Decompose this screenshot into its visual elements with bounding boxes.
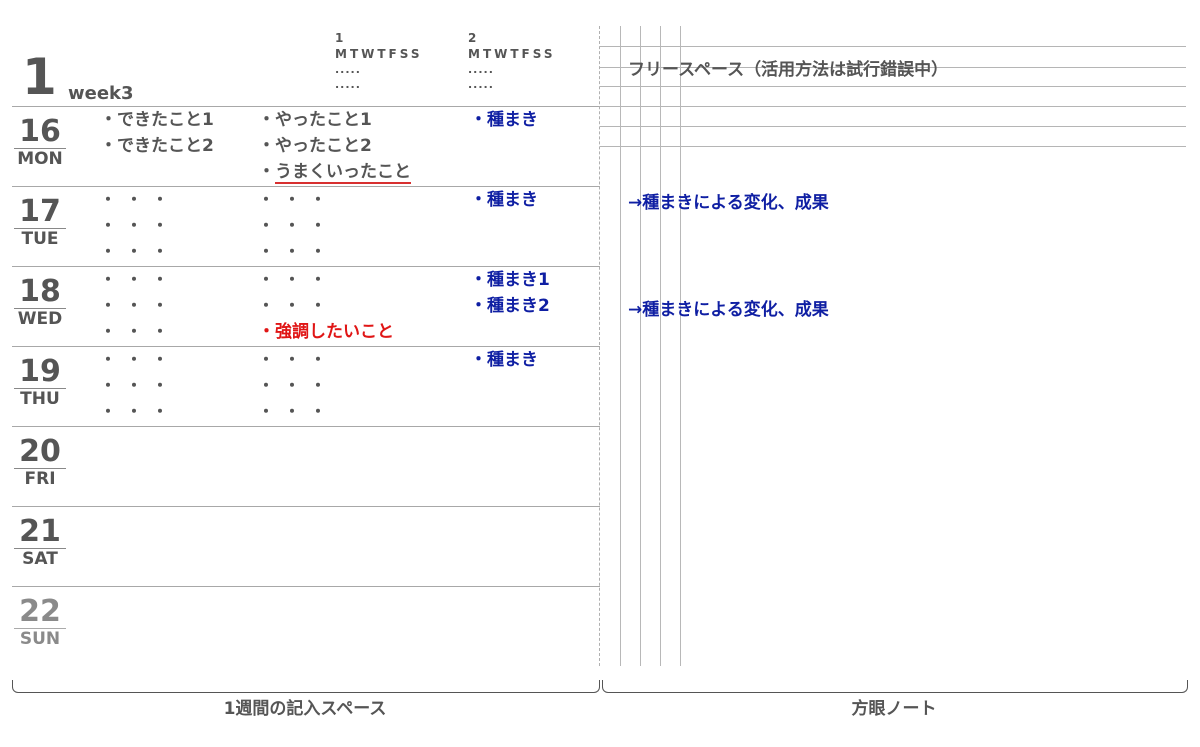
right-brace xyxy=(602,680,1188,693)
grid-line xyxy=(680,26,681,666)
left-brace xyxy=(12,680,600,693)
day-of-week: THU xyxy=(20,389,60,409)
grid-line xyxy=(600,106,1186,107)
entry-went-well: ・うまくいったこと xyxy=(258,159,411,185)
grid-notebook-label: 方眼ノート xyxy=(851,699,937,719)
habit-row: ..... xyxy=(335,78,361,91)
page-fold-divider xyxy=(599,26,600,666)
entry-text: ・やったこと1 xyxy=(258,110,372,130)
day-number: 16 xyxy=(14,117,66,149)
row-divider xyxy=(12,426,600,427)
ellipsis: ・・・ xyxy=(100,216,179,235)
day-number: 21 xyxy=(14,517,66,549)
day-label: 17 TUE xyxy=(12,197,68,249)
day-number: 19 xyxy=(14,357,66,389)
day-number: 17 xyxy=(14,197,66,229)
day-label: 18 WED xyxy=(12,277,68,329)
day-of-week: WED xyxy=(17,309,63,329)
day-label: 21 SAT xyxy=(12,517,68,569)
habit-row: ..... xyxy=(468,63,494,76)
ellipsis: ・・・ xyxy=(100,296,179,315)
emphasis-entry: ・強調したいこと xyxy=(258,322,394,342)
weekly-space-label: 1週間の記入スペース xyxy=(223,699,387,719)
day-of-week: SAT xyxy=(22,549,58,569)
day-of-week: FRI xyxy=(24,469,56,489)
habit-tracker-1: 1 MTWTFSS ..... ..... xyxy=(335,30,423,92)
ellipsis: ・・・ xyxy=(100,376,179,395)
ellipsis: ・・・ xyxy=(100,242,179,261)
habit-days: MTWTFSS xyxy=(335,47,423,61)
day-label: 20 FRI xyxy=(12,437,68,489)
grid-line xyxy=(660,26,661,666)
row-divider xyxy=(12,586,600,587)
entry-text: ・できたこと1 xyxy=(100,110,214,130)
day-number: 20 xyxy=(14,437,66,469)
grid-line xyxy=(620,26,621,666)
day-label: 19 THU xyxy=(12,357,68,409)
grid-line xyxy=(600,146,1186,147)
day-of-week: MON xyxy=(17,149,63,169)
ellipsis: ・・・ xyxy=(258,242,337,261)
habit-index: 1 xyxy=(335,31,347,45)
seed-entry: ・種まき1 xyxy=(470,270,550,290)
ellipsis: ・・・ xyxy=(258,190,337,209)
ellipsis: ・・・ xyxy=(100,190,179,209)
ellipsis: ・・・ xyxy=(258,350,337,369)
habit-index: 2 xyxy=(468,31,480,45)
seed-entry: ・種まき xyxy=(470,190,538,210)
result-note: →種まきによる変化、成果 xyxy=(628,300,829,320)
habit-tracker-2: 2 MTWTFSS ..... ..... xyxy=(468,30,556,92)
day-of-week: SUN xyxy=(19,629,61,649)
habit-row: ..... xyxy=(468,78,494,91)
habit-days: MTWTFSS xyxy=(468,47,556,61)
ellipsis: ・・・ xyxy=(258,270,337,289)
day-label: 22 SUN xyxy=(12,597,68,649)
day-of-week: TUE xyxy=(21,229,59,249)
entry-text: ・できたこと2 xyxy=(100,136,214,156)
row-divider xyxy=(12,506,600,507)
free-space-title: フリースペース（活用方法は試行錯誤中） xyxy=(628,60,949,80)
day-number: 22 xyxy=(14,597,66,629)
grid-line xyxy=(600,126,1186,127)
ellipsis: ・・・ xyxy=(100,322,179,341)
underlined-text: うまくいったこと xyxy=(275,162,411,184)
seed-entry: ・種まき xyxy=(470,110,538,130)
ellipsis: ・・・ xyxy=(258,402,337,421)
day-label: 16 MON xyxy=(12,117,68,169)
habit-row: ..... xyxy=(335,63,361,76)
week-label: week3 xyxy=(68,83,134,104)
day-number: 18 xyxy=(14,277,66,309)
ellipsis: ・・・ xyxy=(258,376,337,395)
grid-line xyxy=(600,46,1186,47)
ellipsis: ・・・ xyxy=(100,350,179,369)
result-note: →種まきによる変化、成果 xyxy=(628,193,829,213)
grid-line xyxy=(600,86,1186,87)
month-number: 1 xyxy=(22,48,57,106)
ellipsis: ・・・ xyxy=(258,216,337,235)
bullet: ・ xyxy=(258,162,275,182)
seed-entry: ・種まき xyxy=(470,350,538,370)
ellipsis: ・・・ xyxy=(258,296,337,315)
entry-text: ・やったこと2 xyxy=(258,136,372,156)
grid-line xyxy=(640,26,641,666)
ellipsis: ・・・ xyxy=(100,270,179,289)
ellipsis: ・・・ xyxy=(100,402,179,421)
seed-entry: ・種まき2 xyxy=(470,296,550,316)
